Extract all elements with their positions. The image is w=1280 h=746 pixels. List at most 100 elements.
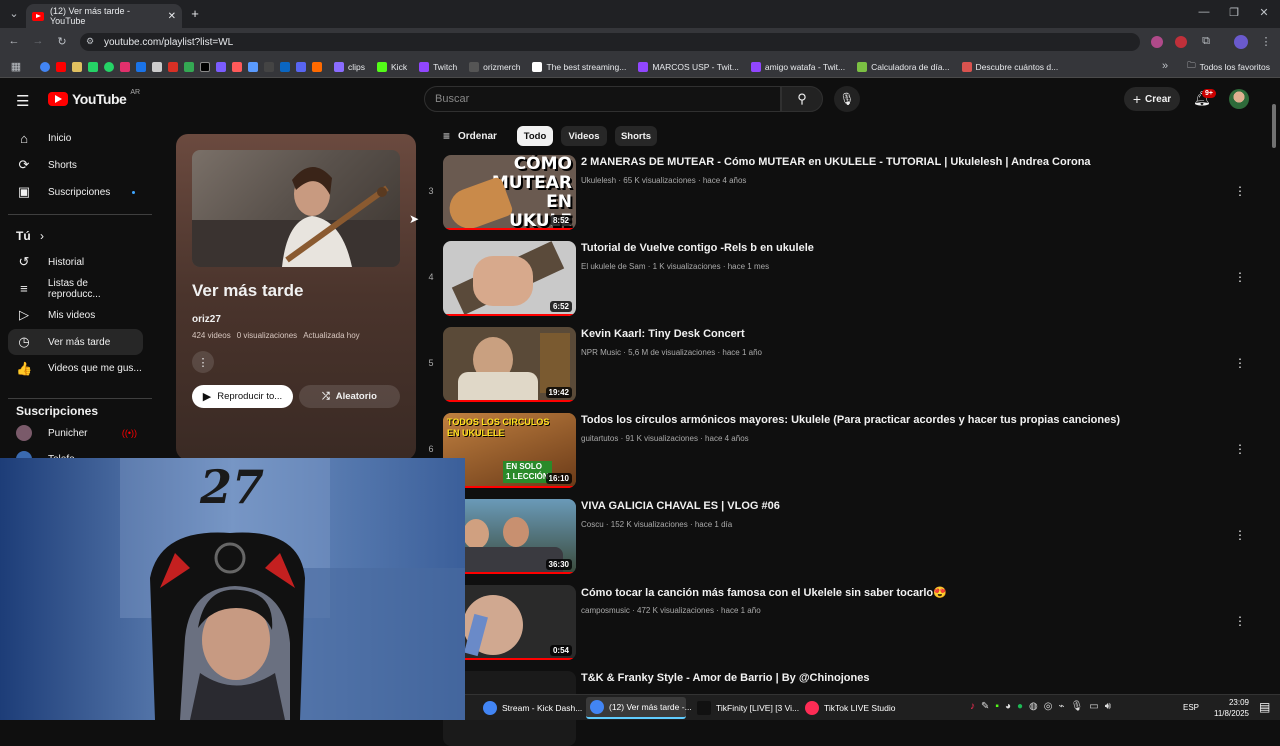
tray-icon[interactable]: ✎ <box>981 701 989 712</box>
bookmark-item[interactable]: orizmerch <box>469 61 520 72</box>
new-tab-icon[interactable]: + <box>187 6 203 21</box>
video-title[interactable]: Tutorial de Vuelve contigo -Rels b en uk… <box>581 242 814 254</box>
taskbar-app[interactable]: TikFinity [LIVE] [3 Vi... <box>693 697 799 719</box>
subscription-item[interactable]: Punicher ((•)) <box>8 420 143 446</box>
instagram-bookmark-icon[interactable] <box>120 61 130 72</box>
tray-icon[interactable]: ◍ <box>1029 701 1038 712</box>
sidebar-item-ver-más-tarde[interactable]: ◷ Ver más tarde <box>8 329 143 356</box>
chip-all[interactable]: Todo <box>517 126 553 146</box>
sidebar-item-suscripciones[interactable]: ▣ Suscripciones <box>8 179 143 205</box>
video-title[interactable]: 2 MANERAS DE MUTEAR - Cómo MUTEAR en UKU… <box>581 156 1091 168</box>
usb-tray-icon[interactable]: ⌁ <box>1059 701 1065 712</box>
video-menu-icon[interactable]: ⋮ <box>1234 528 1246 542</box>
tab-search-icon[interactable]: ⌄ <box>6 7 22 20</box>
sort-button[interactable]: ≡ Ordenar <box>443 129 497 143</box>
profile-avatar[interactable] <box>1234 35 1248 49</box>
shuffle-button[interactable]: ⤮ Aleatorio <box>299 385 400 408</box>
bookmark-icon[interactable] <box>264 61 274 72</box>
bookmark-icon[interactable] <box>312 61 322 72</box>
bookmark-item[interactable]: The best streaming... <box>532 61 626 72</box>
tray-icon[interactable]: ◎ <box>1044 701 1053 712</box>
bookmark-item[interactable]: Twitch <box>419 61 457 72</box>
tray-icon[interactable]: ▪ <box>995 701 999 712</box>
forward-icon[interactable]: → <box>30 35 46 47</box>
video-thumbnail[interactable]: 19:42 <box>443 327 576 402</box>
microphone-tray-icon[interactable]: 🎙︎ <box>1071 701 1084 712</box>
bookmark-icon[interactable] <box>296 61 306 72</box>
search-button[interactable]: ⚲ <box>781 86 823 112</box>
playlist-thumbnail[interactable] <box>192 150 400 267</box>
bookmark-icon[interactable] <box>248 61 258 72</box>
user-avatar[interactable] <box>1229 89 1249 109</box>
video-title[interactable]: T&K & Franky Style - Amor de Barrio | By… <box>581 672 869 684</box>
bookmark-icon[interactable] <box>280 61 290 72</box>
whatsapp-bookmark-icon[interactable] <box>104 61 114 72</box>
address-bar[interactable]: ⚙ youtube.com/playlist?list=WL <box>80 33 1140 51</box>
spotify-tray-icon[interactable]: ● <box>1017 701 1023 712</box>
taskbar-app[interactable]: Stream - Kick Dash... <box>479 697 582 719</box>
chrome-bookmark-icon[interactable] <box>40 61 50 72</box>
sidebar-item-shorts[interactable]: ⟳ Shorts <box>8 152 143 178</box>
tiktok-tray-icon[interactable]: ♪ <box>970 701 975 712</box>
extensions-puzzle-icon[interactable]: ⧉ <box>1198 35 1214 48</box>
restore-icon[interactable]: ❐ <box>1226 6 1242 19</box>
network-tray-icon[interactable]: ▭ <box>1089 701 1098 712</box>
back-icon[interactable]: ← <box>6 35 22 47</box>
video-menu-icon[interactable]: ⋮ <box>1234 270 1246 284</box>
bookmark-icon[interactable] <box>168 61 178 72</box>
taskbar-app[interactable]: TikTok LIVE Studio <box>801 697 901 719</box>
bookmark-item[interactable]: Kick <box>377 61 407 72</box>
sidebar-item-videos-que-me-gus[interactable]: 👍 Videos que me gus... <box>8 356 143 382</box>
you-heading[interactable]: Tú › <box>16 229 44 243</box>
playlist-owner[interactable]: oriz27 <box>192 314 221 325</box>
more-bookmarks-icon[interactable]: » <box>1157 60 1173 74</box>
search-input[interactable]: Buscar <box>424 86 781 112</box>
video-menu-icon[interactable]: ⋮ <box>1234 184 1246 198</box>
tiktok-bookmark-icon[interactable] <box>200 61 210 72</box>
voice-search-button[interactable]: 🎙 <box>834 86 860 112</box>
bookmark-icon[interactable] <box>136 61 146 72</box>
close-window-icon[interactable]: ✕ <box>1256 6 1272 19</box>
extension-icon[interactable] <box>1175 36 1187 48</box>
apps-grid-icon[interactable]: ▦ <box>8 60 24 73</box>
bookmark-icon[interactable] <box>152 61 162 72</box>
more-actions-button[interactable]: ⋮ <box>192 351 214 373</box>
sidebar-item-inicio[interactable]: ⌂ Inicio <box>8 125 143 151</box>
video-thumbnail[interactable]: CÓMO MUTEAR EN UKULE 8:52 <box>443 155 576 230</box>
play-all-button[interactable]: ▶ Reproducir to... <box>192 385 293 408</box>
video-title[interactable]: VIVA GALICIA CHAVAL ES | VLOG #06 <box>581 500 780 512</box>
video-thumbnail[interactable]: 6:52 <box>443 241 576 316</box>
bookmark-icon[interactable] <box>232 61 242 72</box>
language-indicator[interactable]: ESP <box>1183 703 1199 712</box>
bookmark-item[interactable]: Calculadora de día... <box>857 61 950 72</box>
page-scrollbar-thumb[interactable] <box>1272 104 1276 148</box>
create-button[interactable]: + Crear <box>1124 87 1180 111</box>
whatsapp-bookmark-icon[interactable] <box>88 61 98 72</box>
minimize-icon[interactable]: — <box>1196 6 1212 18</box>
extension-icon[interactable] <box>1151 36 1163 48</box>
video-title[interactable]: Kevin Kaarl: Tiny Desk Concert <box>581 328 745 340</box>
video-title[interactable]: Todos los círculos armónicos mayores: Uk… <box>581 414 1120 426</box>
all-favorites-folder[interactable]: 🗀 Todos los favoritos <box>1187 60 1270 74</box>
bookmark-icon[interactable] <box>216 61 226 72</box>
reload-icon[interactable]: ↻ <box>54 35 70 48</box>
site-info-icon[interactable]: ⚙ <box>86 36 94 47</box>
bookmark-item[interactable]: clips <box>334 61 365 72</box>
clock[interactable]: 23:09 11/8/2025 <box>1203 697 1249 719</box>
chip-shorts[interactable]: Shorts <box>615 126 657 146</box>
browser-tab[interactable]: (12) Ver más tarde - YouTube ✕ <box>26 4 182 28</box>
video-menu-icon[interactable]: ⋮ <box>1234 356 1246 370</box>
sidebar-item-listas-de-reproducc[interactable]: ≡ Listas de reproducc... <box>8 276 143 302</box>
bookmark-item[interactable]: MARCOS USP - Twit... <box>638 61 739 72</box>
browser-menu-icon[interactable]: ⋮ <box>1258 35 1274 48</box>
bookmark-icon[interactable] <box>184 61 194 72</box>
taskbar-app[interactable]: (12) Ver más tarde -... <box>586 697 692 719</box>
bookmark-item[interactable]: Descubre cuántos d... <box>961 61 1058 72</box>
sidebar-item-mis-videos[interactable]: ▷ Mis videos <box>8 302 143 328</box>
bookmark-item[interactable]: amigo watafa - Twit... <box>750 61 845 72</box>
chip-videos[interactable]: Videos <box>561 126 607 146</box>
video-menu-icon[interactable]: ⋮ <box>1234 442 1246 456</box>
video-title[interactable]: Cómo tocar la canción más famosa con el … <box>581 586 947 599</box>
sidebar-item-historial[interactable]: ↺ Historial <box>8 249 143 275</box>
volume-tray-icon[interactable]: 🔊︎ <box>1105 701 1111 712</box>
